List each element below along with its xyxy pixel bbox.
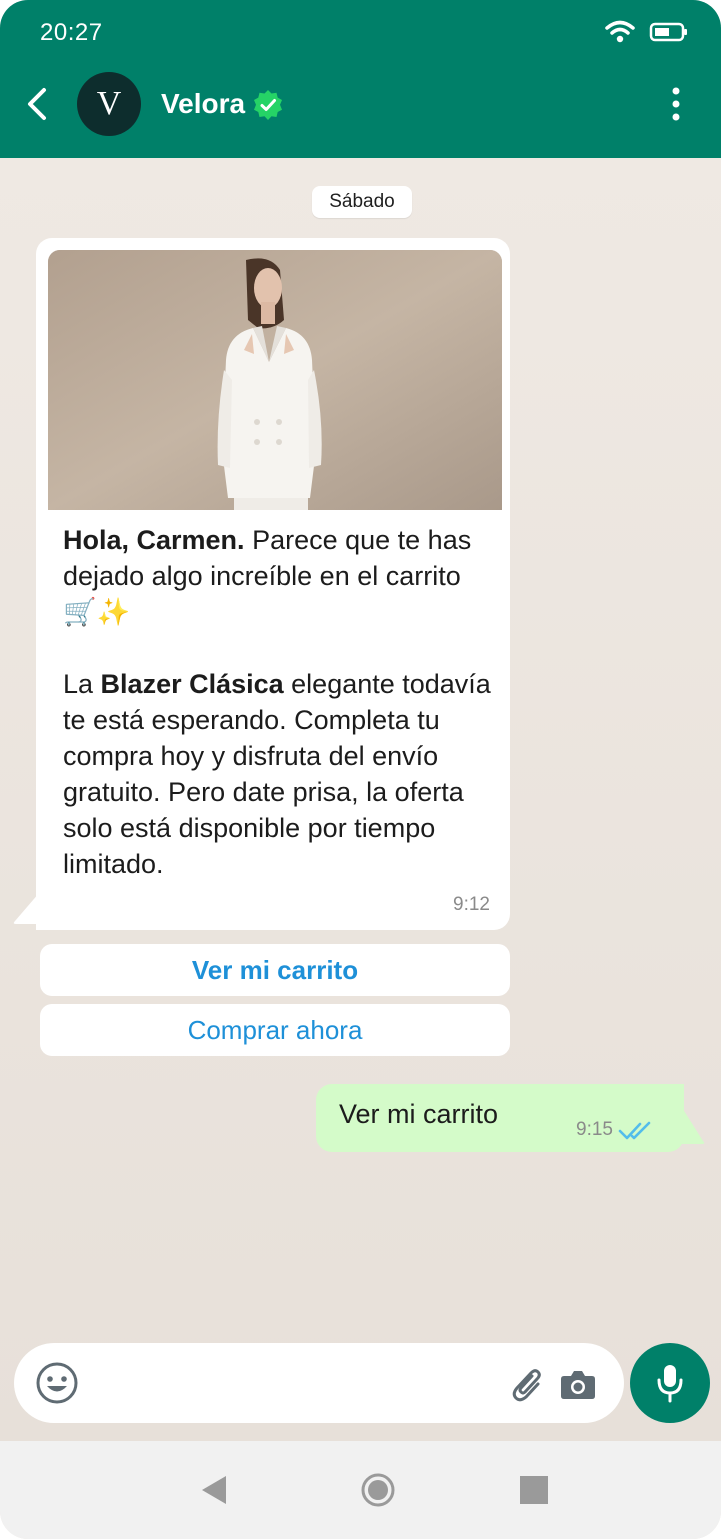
wifi-icon — [605, 20, 635, 43]
status-time: 20:27 — [40, 19, 103, 46]
more-options-icon[interactable] — [664, 86, 688, 122]
incoming-timestamp: 9:12 — [453, 894, 490, 915]
product-image[interactable] — [48, 250, 502, 510]
avatar[interactable]: V — [77, 72, 141, 136]
quick-reply-comprar-ahora[interactable]: Comprar ahora — [40, 1004, 510, 1056]
status-icons — [605, 20, 689, 44]
avatar-initial: V — [96, 85, 122, 122]
greeting-paragraph: Hola, Carmen. Parece que te has dejado a… — [63, 522, 493, 630]
nav-back-icon[interactable] — [200, 1474, 228, 1506]
nav-home-icon[interactable] — [360, 1472, 396, 1508]
quick-reply-ver-carrito[interactable]: Ver mi carrito — [40, 944, 510, 996]
product-name: Blazer Clásica — [100, 669, 284, 699]
microphone-icon — [657, 1365, 683, 1403]
greeting-bold: Hola, Carmen. — [63, 525, 245, 555]
contact-name[interactable]: Velora — [161, 88, 245, 120]
incoming-message-text: Hola, Carmen. Parece que te has dejado a… — [63, 522, 493, 918]
phone-screen: 20:27 V Velora Sábado Hola, Carmen. Pare… — [0, 0, 721, 1539]
outgoing-message-text: Ver mi carrito — [339, 1099, 499, 1129]
paperclip-icon[interactable] — [510, 1364, 548, 1404]
emoji-icon[interactable] — [34, 1360, 80, 1406]
product-photo-woman-white-blazer — [48, 250, 502, 510]
microphone-button[interactable] — [630, 1343, 710, 1423]
body-start: La — [63, 669, 101, 699]
date-chip: Sábado — [312, 186, 412, 218]
verified-badge-icon — [254, 90, 282, 120]
chat-header: 20:27 V Velora — [0, 0, 721, 158]
battery-icon — [649, 22, 687, 42]
camera-icon[interactable] — [560, 1368, 596, 1400]
body-rest: elegante todavía te está esperando. Comp… — [63, 669, 491, 879]
back-arrow-icon[interactable] — [22, 84, 52, 124]
outgoing-timestamp: 9:15 — [576, 1119, 613, 1140]
body-paragraph: La Blazer Clásica elegante todavía te es… — [63, 666, 493, 882]
nav-recents-icon[interactable] — [520, 1476, 548, 1504]
read-ticks-icon — [618, 1121, 651, 1140]
